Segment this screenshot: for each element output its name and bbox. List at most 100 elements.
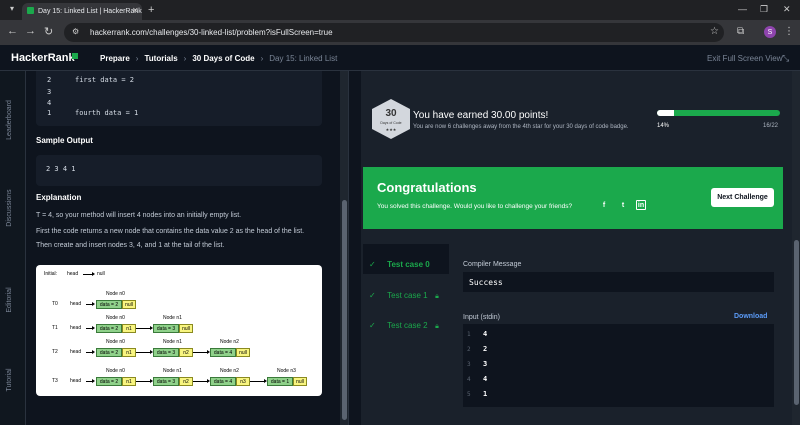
check-circle-icon: ✓ xyxy=(369,291,376,300)
progress-count: 16/22 xyxy=(763,123,779,129)
logo-square-icon xyxy=(72,53,78,59)
next-challenge-button[interactable]: Next Challenge xyxy=(711,188,774,207)
back-icon[interactable]: ← xyxy=(7,25,18,37)
bookmark-star-icon[interactable]: ☆ xyxy=(710,26,719,37)
pane-divider[interactable] xyxy=(348,71,360,425)
new-tab-icon[interactable]: + xyxy=(148,4,154,16)
left-rail xyxy=(0,71,26,425)
breadcrumb-prepare[interactable]: Prepare xyxy=(100,54,130,63)
diagram-node-title: Node n3 xyxy=(277,368,296,374)
profile-avatar[interactable]: S xyxy=(764,26,776,38)
diagram-node-data: data = 2 xyxy=(96,324,122,333)
congratulations-subtitle: You solved this challenge. Would you lik… xyxy=(377,203,573,210)
diagram-row-label: T3 xyxy=(52,378,58,384)
site-info-icon[interactable]: ⚙ xyxy=(72,27,82,37)
code-line-num: 2 xyxy=(47,76,52,84)
breadcrumb: Prepare › Tutorials › 30 Days of Code › … xyxy=(100,54,337,63)
exit-fullscreen-icon[interactable]: ⤡ xyxy=(782,53,789,64)
test-case-2[interactable]: ✓ Test case 2 🔒︎ xyxy=(369,315,439,333)
diagram-arrowhead xyxy=(92,350,95,354)
explanation-line: First the code returns a new node that c… xyxy=(36,228,305,235)
maximize-icon[interactable]: ❐ xyxy=(760,4,768,15)
diagram-arrow xyxy=(250,381,264,382)
diagram-node-title: Node n0 xyxy=(106,339,125,345)
diagram-null-label: null xyxy=(97,271,105,277)
congratulations-title: Congratulations xyxy=(377,180,477,195)
diagram-arrow xyxy=(136,381,150,382)
address-input[interactable]: hackerrank.com/challenges/30-linked-list… xyxy=(64,23,724,42)
stdin-line-number: 2 xyxy=(467,346,471,353)
problem-scrollbar-thumb[interactable] xyxy=(342,200,347,420)
extensions-icon[interactable]: ⧉ xyxy=(737,26,744,37)
check-circle-icon: ✓ xyxy=(369,260,376,269)
rail-editorial[interactable]: Editorial xyxy=(6,260,13,340)
diagram-node-data: data = 3 xyxy=(153,324,179,333)
test-case-label: Test case 1 xyxy=(387,291,428,300)
linkedin-icon[interactable]: in xyxy=(636,200,646,210)
diagram-row-label: T0 xyxy=(52,301,58,307)
diagram-node-data: data = 3 xyxy=(153,377,179,386)
test-case-1[interactable]: ✓ Test case 1 🔒︎ xyxy=(369,285,439,303)
diagram-node-title: Node n1 xyxy=(163,339,182,345)
rail-discussions[interactable]: Discussions xyxy=(6,168,13,248)
breadcrumb-separator: › xyxy=(260,54,264,63)
rail-leaderboard[interactable]: Leaderboard xyxy=(6,80,13,160)
breadcrumb-tutorials[interactable]: Tutorials xyxy=(144,54,177,63)
stdin-line-value: 2 xyxy=(483,345,488,353)
diagram-arrow xyxy=(83,274,92,275)
challenges-away-text: You are now 6 challenges away from the 4… xyxy=(413,124,629,130)
diagram-arrowhead xyxy=(92,326,95,330)
diagram-node-title: Node n0 xyxy=(106,291,125,297)
diagram-node-next: null xyxy=(122,300,136,309)
tab-close-icon[interactable]: ✕ xyxy=(132,6,139,15)
badge-progress-bar xyxy=(657,110,780,116)
stdin-line-value: 4 xyxy=(483,330,488,338)
hackerrank-logo[interactable]: HackerRank xyxy=(11,52,75,64)
sample-output-text: 2 3 4 1 xyxy=(46,165,76,173)
diagram-node-data: data = 2 xyxy=(96,348,122,357)
test-case-0[interactable]: ✓ Test case 0 xyxy=(369,254,430,272)
tab-search-icon[interactable]: ▾ xyxy=(10,4,14,13)
diagram-node-next: n2 xyxy=(179,348,193,357)
lock-icon: 🔒︎ xyxy=(435,293,439,300)
diagram-arrow xyxy=(136,352,150,353)
code-line-text: fourth data = 1 xyxy=(75,109,139,117)
diagram-node-next: null xyxy=(293,377,307,386)
twitter-icon[interactable]: t xyxy=(618,200,628,210)
results-scrollbar-thumb[interactable] xyxy=(794,240,799,405)
exit-fullscreen-link[interactable]: Exit Full Screen View xyxy=(707,54,782,63)
browser-menu-icon[interactable]: ⋮ xyxy=(784,26,794,37)
diagram-node-next: n1 xyxy=(122,377,136,386)
lock-icon: 🔒︎ xyxy=(435,323,439,330)
diagram-head-label: head xyxy=(67,271,79,277)
code-line-num: 4 xyxy=(47,99,52,107)
diagram-node-data: data = 2 xyxy=(96,377,122,386)
diagram-node-data: data = 3 xyxy=(153,348,179,357)
badge-number: 30 xyxy=(385,108,397,119)
diagram-arrow xyxy=(136,328,150,329)
rail-tutorial[interactable]: Tutorial xyxy=(6,340,13,420)
diagram-arrowhead xyxy=(92,302,95,306)
window-close-icon[interactable]: ✕ xyxy=(783,4,791,15)
diagram-node-title: Node n0 xyxy=(106,315,125,321)
diagram-node-data: data = 2 xyxy=(96,300,122,309)
diagram-node-title: Node n0 xyxy=(106,368,125,374)
diagram-arrowhead xyxy=(92,272,95,276)
diagram-head-label: head xyxy=(70,378,82,384)
explanation-line: T = 4, so your method will insert 4 node… xyxy=(36,212,242,219)
minimize-icon[interactable]: — xyxy=(738,4,747,14)
breadcrumb-30-days[interactable]: 30 Days of Code xyxy=(192,54,254,63)
stdin-line-number: 5 xyxy=(467,391,471,398)
browser-tab[interactable]: Day 15: Linked List | HackerRank xyxy=(22,3,142,20)
forward-icon[interactable]: → xyxy=(25,25,36,37)
stdin-line-value: 4 xyxy=(483,375,488,383)
download-link[interactable]: Download xyxy=(734,313,767,320)
diagram-node-next: null xyxy=(236,348,250,357)
test-case-label: Test case 2 xyxy=(387,321,428,330)
diagram-node-data: data = 1 xyxy=(267,377,293,386)
facebook-icon[interactable]: f xyxy=(599,200,609,210)
breadcrumb-separator: › xyxy=(135,54,139,63)
reload-icon[interactable]: ↻ xyxy=(44,25,53,38)
tab-favicon-icon xyxy=(27,7,34,14)
badge-stars: ★★★ xyxy=(385,127,397,132)
